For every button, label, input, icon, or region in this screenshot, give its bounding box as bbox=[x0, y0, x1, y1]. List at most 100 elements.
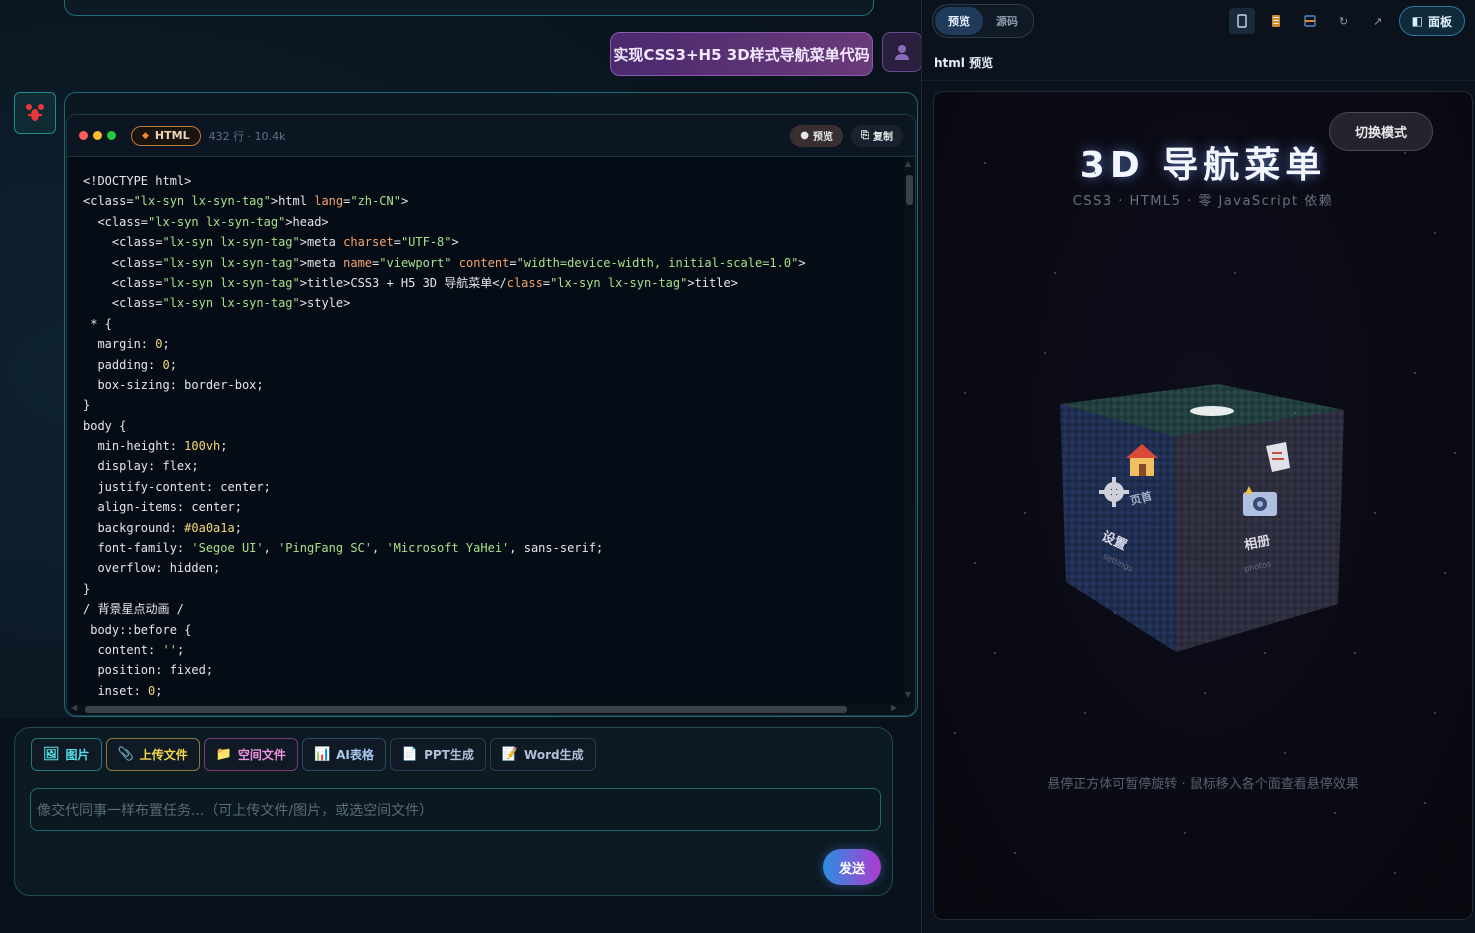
code-preview-label: 预览 bbox=[813, 132, 833, 143]
tab-source[interactable]: 源码 bbox=[983, 7, 1031, 35]
star-dot bbox=[1284, 752, 1286, 754]
html-preview-frame[interactable]: 切换模式 3D 导航菜单 CSS3 · HTML5 · 零 JavaScript… bbox=[933, 91, 1473, 920]
code-meta: 432 行 · 10.4k bbox=[208, 129, 286, 143]
task-input[interactable]: 像交代同事一样布置任务...（可上传文件/图片，或选空间文件） bbox=[30, 788, 881, 831]
lobster-icon bbox=[26, 104, 44, 121]
window-dot-red bbox=[79, 131, 88, 140]
star-dot bbox=[1334, 812, 1336, 814]
scroll-down-icon[interactable]: ▼ bbox=[905, 690, 911, 699]
scroll-right-icon[interactable]: ▶ bbox=[891, 703, 897, 712]
view-toggle: 预览 源码 bbox=[932, 4, 1034, 38]
code-line: background: #0a0a1a; bbox=[83, 520, 242, 535]
star-dot bbox=[1054, 272, 1056, 274]
tool-label: Word生成 bbox=[524, 748, 584, 762]
word-generate-button[interactable]: 📝 Word生成 bbox=[489, 738, 596, 771]
code-line: align-items: center; bbox=[83, 500, 242, 515]
code-line: margin: 0; bbox=[83, 337, 170, 352]
bot-avatar bbox=[14, 92, 56, 134]
star-dot bbox=[1114, 612, 1116, 614]
horizontal-scrollbar[interactable]: ◀ ▶ bbox=[67, 703, 915, 715]
star-dot bbox=[1434, 232, 1436, 234]
star-dot bbox=[954, 732, 956, 734]
cube-top-glow bbox=[1190, 406, 1234, 416]
code-block: ◆ HTML 432 行 · 10.4k ● 预览 ⎘ 复制 <!DOCTYPE… bbox=[66, 114, 916, 716]
copy-icon: ⎘ bbox=[861, 130, 869, 141]
horizontal-scroll-thumb[interactable] bbox=[85, 706, 847, 713]
code-line: inset: 0; bbox=[83, 683, 163, 698]
code-line: content: ''; bbox=[83, 642, 185, 657]
vertical-scrollbar[interactable]: ▲ ▼ bbox=[903, 157, 915, 703]
star-dot bbox=[1354, 652, 1356, 654]
code-line: } bbox=[83, 581, 91, 596]
code-line: overflow: hidden; bbox=[83, 561, 221, 576]
tool-label: AI表格 bbox=[336, 748, 374, 762]
user-message: 实现CSS3+H5 3D样式导航菜单代码 bbox=[610, 32, 873, 76]
code-content[interactable]: <!DOCTYPE html> <class="lx-syn lx-syn-tag… bbox=[67, 157, 915, 703]
star-dot bbox=[1144, 502, 1146, 504]
code-line: box-sizing: border-box; bbox=[83, 377, 264, 392]
mobile-view-icon[interactable] bbox=[1228, 8, 1255, 34]
refresh-icon[interactable]: ↻ bbox=[1331, 8, 1357, 34]
star-dot bbox=[1414, 372, 1416, 374]
code-line: min-height: 100vh; bbox=[83, 439, 228, 454]
star-dot bbox=[1394, 872, 1396, 874]
star-dot bbox=[1184, 832, 1186, 834]
code-block-header: ◆ HTML 432 行 · 10.4k ● 预览 ⎘ 复制 bbox=[67, 115, 915, 157]
eye-icon: ● bbox=[800, 130, 809, 141]
chat-area: 实现CSS3+H5 3D样式导航菜单代码 ◆ HTML 432 行 · 10.4… bbox=[0, 0, 922, 933]
preview-subtitle: CSS3 · HTML5 · 零 JavaScript 依赖 bbox=[1072, 194, 1334, 209]
tool-label: 上传文件 bbox=[139, 748, 188, 762]
tab-preview[interactable]: 预览 bbox=[935, 7, 983, 35]
star-dot bbox=[1084, 712, 1086, 714]
upload-file-button[interactable]: 📎 上传文件 bbox=[105, 738, 200, 771]
paperclip-icon: 📎 bbox=[117, 747, 134, 762]
code-line: <class="lx-syn lx-syn-tag">meta charset=… bbox=[83, 235, 459, 250]
star-dot bbox=[1454, 452, 1456, 454]
star-dot bbox=[1204, 692, 1206, 694]
vertical-scroll-thumb[interactable] bbox=[906, 175, 913, 205]
star-dot bbox=[974, 562, 976, 564]
code-line: padding: 0; bbox=[83, 357, 177, 372]
tablet-view-icon[interactable] bbox=[1263, 8, 1289, 34]
code-preview-button[interactable]: ● 预览 bbox=[790, 124, 843, 147]
panel-button[interactable]: ◧ 面板 bbox=[1398, 6, 1465, 36]
code-line: justify-content: center; bbox=[83, 479, 271, 494]
preview-panel-toolbar: 预览 源码 ↻ ↗ ◧ 面板 bbox=[922, 0, 1475, 42]
panel-button-label: 面板 bbox=[1427, 14, 1452, 29]
cube-graphic bbox=[1060, 384, 1344, 652]
code-line: } bbox=[83, 398, 91, 413]
code-line: / 背景星点动画 / bbox=[83, 602, 184, 617]
ppt-generate-button[interactable]: 📄 PPT生成 bbox=[389, 738, 486, 771]
code-line: <!DOCTYPE html> bbox=[83, 174, 192, 188]
divider bbox=[922, 80, 1475, 81]
space-file-button[interactable]: 📁 空间文件 bbox=[203, 738, 298, 771]
star-dot bbox=[964, 392, 966, 394]
image-button[interactable]: 🖼 图片 bbox=[31, 738, 102, 771]
user-icon bbox=[895, 45, 909, 60]
code-line: <class="lx-syn lx-syn-tag">style> bbox=[83, 296, 351, 311]
tool-label: 图片 bbox=[65, 748, 90, 762]
send-button[interactable]: 发送 bbox=[823, 849, 881, 885]
document-edit-icon: 📝 bbox=[501, 747, 519, 762]
layout-view-icon[interactable] bbox=[1297, 8, 1323, 34]
star-dot bbox=[1024, 512, 1026, 514]
code-copy-label: 复制 bbox=[873, 132, 893, 143]
cube-left-face bbox=[1060, 404, 1176, 652]
window-dot-yellow bbox=[93, 131, 102, 140]
tool-label: PPT生成 bbox=[424, 748, 474, 762]
code-line: <class="lx-syn lx-syn-tag">title>CSS3 + … bbox=[83, 275, 738, 290]
previous-message-bubble bbox=[64, 0, 874, 16]
preview-title: 3D 导航菜单 bbox=[1079, 145, 1327, 186]
image-icon: 🖼 bbox=[43, 747, 60, 762]
code-line: <class="lx-syn lx-syn-tag">meta name="vi… bbox=[83, 255, 806, 270]
scroll-up-icon[interactable]: ▲ bbox=[905, 159, 911, 168]
star-dot bbox=[1094, 172, 1096, 174]
preview-panel: 预览 源码 ↻ ↗ ◧ 面板 html 预览 切换模式 3D 导航菜单 CSS3… bbox=[921, 0, 1475, 933]
nav-cube[interactable]: 页首 设置 settings 相册 photos bbox=[1058, 382, 1346, 652]
document-icon: 📄 bbox=[401, 747, 419, 762]
open-external-icon[interactable]: ↗ bbox=[1365, 8, 1391, 34]
ai-table-button[interactable]: 📊 AI表格 bbox=[301, 738, 386, 771]
scroll-left-icon[interactable]: ◀ bbox=[71, 703, 77, 712]
code-copy-button[interactable]: ⎘ 复制 bbox=[851, 124, 903, 147]
user-avatar bbox=[882, 32, 922, 72]
